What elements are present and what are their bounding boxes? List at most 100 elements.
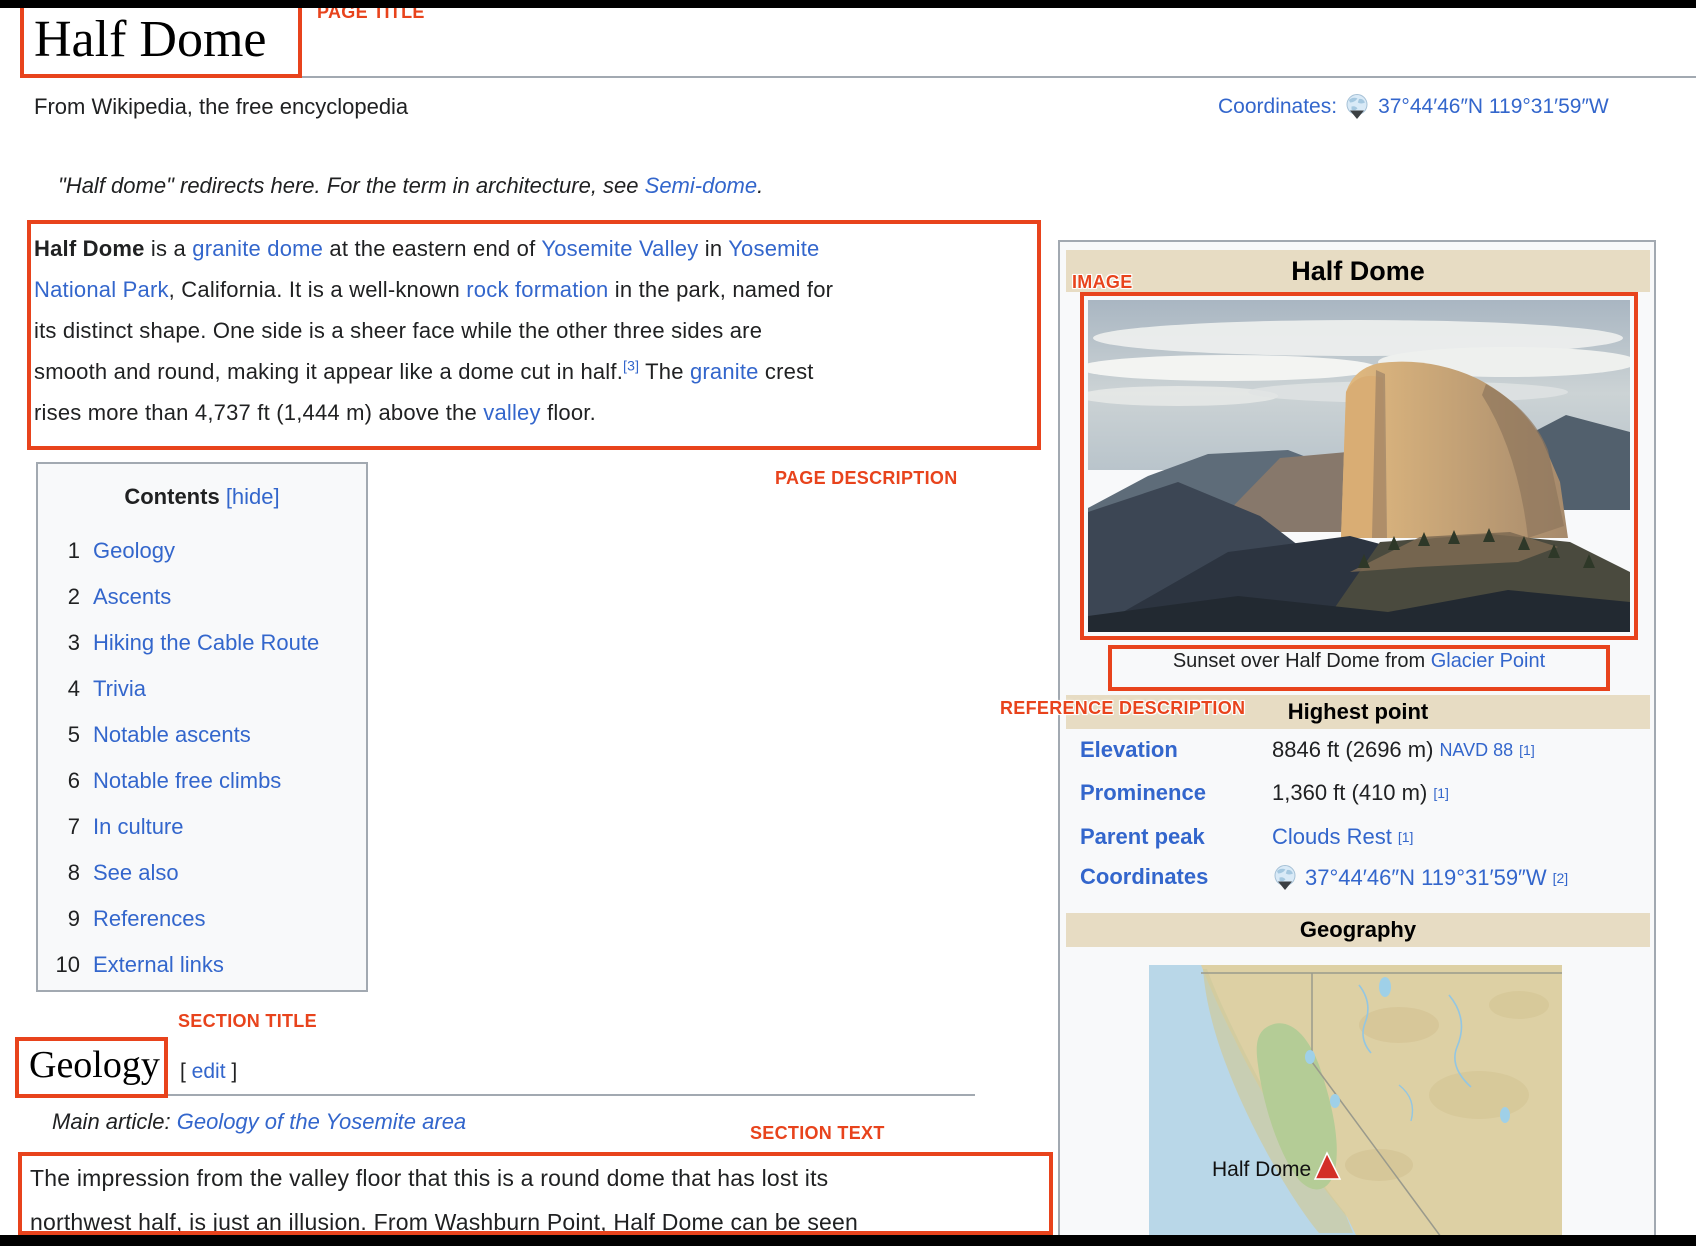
toc-item-link[interactable]: References [93,906,206,931]
image-caption: Sunset over Half Dome from Glacier Point [1108,650,1610,673]
link[interactable]: 37°44′46″N 119°31′59″W [1305,865,1547,891]
toc-item-number: 1 [67,538,80,563]
toc-item-geology[interactable]: 1 Geology [50,528,366,574]
infobox-row-label[interactable]: Parent peak [1080,824,1205,850]
link[interactable]: granite [690,359,759,384]
toc-header: Contents [hide] [38,464,366,510]
text-segment: floor. [540,400,596,425]
toc-item-in-culture[interactable]: 7 In culture [50,804,366,850]
link[interactable]: NAVD 88 [1439,740,1513,761]
page-coordinates: Coordinates: 37°44′46″N 119°31′59″W [1218,93,1609,120]
link[interactable]: [3] [623,358,639,374]
infobox-row-label[interactable]: Coordinates [1080,864,1208,890]
infobox-row-value: Clouds Rest [1] [1272,824,1414,850]
text-line: its distinct shape. One side is a sheer … [34,310,1038,351]
top-black-bar [0,0,1696,8]
infobox-row-label[interactable]: Prominence [1080,780,1206,806]
toc-item-link[interactable]: Trivia [93,676,146,701]
annotation-label-reference-description: REFERENCE DESCRIPTION [1000,698,1246,718]
globe-icon[interactable] [1272,864,1299,891]
toc-item-hiking-the-cable-route[interactable]: 3 Hiking the Cable Route [50,620,366,666]
text-segment: 8846 ft (2696 m) [1272,737,1434,762]
edit-section-link[interactable]: [ edit ] [180,1060,237,1084]
toc-item-link[interactable]: In culture [93,814,184,839]
text-line: northwest half, is just an illusion. Fro… [30,1209,858,1235]
toc-item-notable-ascents[interactable]: 5 Notable ascents [50,712,366,758]
toc-item-link[interactable]: External links [93,952,224,977]
intro-paragraph: Half Dome is a granite dome at the easte… [34,228,1038,448]
toc-item-see-also[interactable]: 8 See also [50,850,366,896]
text-segment: [ [180,1060,192,1083]
text-segment: , California. It is a well-known [168,277,467,302]
wikipedia-page: Half Dome PAGE TITLE From Wikipedia, the… [0,0,1696,1246]
text-segment: . [757,173,764,198]
toc-item-link[interactable]: See also [93,860,179,885]
toc-item-link[interactable]: Geology [93,538,175,563]
toc-item-link[interactable]: Hiking the Cable Route [93,630,319,655]
link[interactable]: Yosemite [728,236,819,261]
main-article-hatnote: Main article: Geology of the Yosemite ar… [52,1109,466,1135]
section-divider [20,1094,975,1096]
toc-item-number: 8 [67,860,80,885]
map-marker-label: Half Dome [1212,1158,1311,1181]
toc-list: 1 Geology 2 Ascents 3 Hiking the Cable Route 4… [38,510,366,988]
text-segment: ] [225,1060,238,1083]
link[interactable]: granite dome [192,236,323,261]
annotation-label-section-title: SECTION TITLE [178,1011,317,1031]
text-segment: Half Dome [34,236,145,261]
toc-item-number: 3 [67,630,80,655]
text-segment: in the park, named for [608,277,834,302]
text-segment: its distinct shape. One side is a sheer … [34,318,763,343]
toc-item-external-links[interactable]: 10 External links [50,942,366,988]
toc-item-references[interactable]: 9 References [50,896,366,942]
link[interactable]: Yosemite Valley [541,236,698,261]
text-segment: 1,360 ft (410 m) [1272,780,1428,805]
toc-item-number: 2 [67,584,80,609]
infobox-row-value: 1,360 ft (410 m) [1] [1272,780,1449,805]
infobox-header-geography: Geography [1066,913,1650,947]
infobox-row-value: 37°44′46″N 119°31′59″W [2] [1272,864,1568,891]
link[interactable]: rock formation [466,277,608,302]
text-line: The impression from the valley floor tha… [30,1165,829,1191]
link[interactable]: Glacier Point [1431,650,1546,672]
toc-item-number: 5 [67,722,80,747]
link[interactable]: edit [192,1060,226,1083]
table-of-contents: Contents [hide] 1 Geology 2 Ascents 3 Hiking … [36,462,368,992]
text-segment: Main article: [52,1109,177,1134]
toc-item-link[interactable]: Notable ascents [93,722,251,747]
text-segment: is a [144,236,193,261]
toc-item-trivia[interactable]: 4 Trivia [50,666,366,712]
link[interactable]: Geology of the Yosemite area [177,1109,466,1134]
link[interactable]: Semi-dome [645,173,757,198]
text-line: rises more than 4,737 ft (1,444 m) above… [34,392,1038,433]
toc-item-number: 7 [67,814,80,839]
text-segment: "Half dome" redirects here. For the term… [58,173,645,198]
toc-item-ascents[interactable]: 2 Ascents [50,574,366,620]
toc-item-number: 4 [67,676,80,701]
coordinates-label-link[interactable]: Coordinates: [1218,95,1337,119]
coordinates-value-link[interactable]: 37°44′46″N 119°31′59″W [1378,95,1609,119]
link[interactable]: Clouds Rest [1272,824,1392,850]
section-title-geology: Geology [29,1044,160,1086]
toc-item-notable-free-climbs[interactable]: 6 Notable free climbs [50,758,366,804]
annotation-label-page-description: PAGE DESCRIPTION [775,468,958,488]
hatnote: "Half dome" redirects here. For the term… [58,173,763,199]
toc-hide-toggle[interactable]: [hide] [226,484,280,509]
toc-item-link[interactable]: Ascents [93,584,171,609]
text-segment: in [698,236,729,261]
title-divider [20,76,1696,78]
infobox-title: Half Dome [1066,250,1650,292]
toc-item-link[interactable]: Notable free climbs [93,768,281,793]
globe-icon[interactable] [1344,93,1371,120]
link[interactable]: National Park [34,277,169,302]
text-segment: crest [758,359,814,384]
infobox-row-label[interactable]: Elevation [1080,737,1178,763]
link[interactable]: valley [483,400,540,425]
text-segment: The [639,359,690,384]
infobox-photo[interactable] [1078,300,1638,632]
annotation-label-section-text: SECTION TEXT [750,1123,885,1143]
text-segment: rises more than 4,737 ft (1,444 m) above… [34,400,484,425]
annotation-label-image: IMAGE [1072,272,1133,292]
locator-map[interactable]: Half Dome [1149,965,1562,1237]
site-tagline: From Wikipedia, the free encyclopedia [34,94,409,119]
